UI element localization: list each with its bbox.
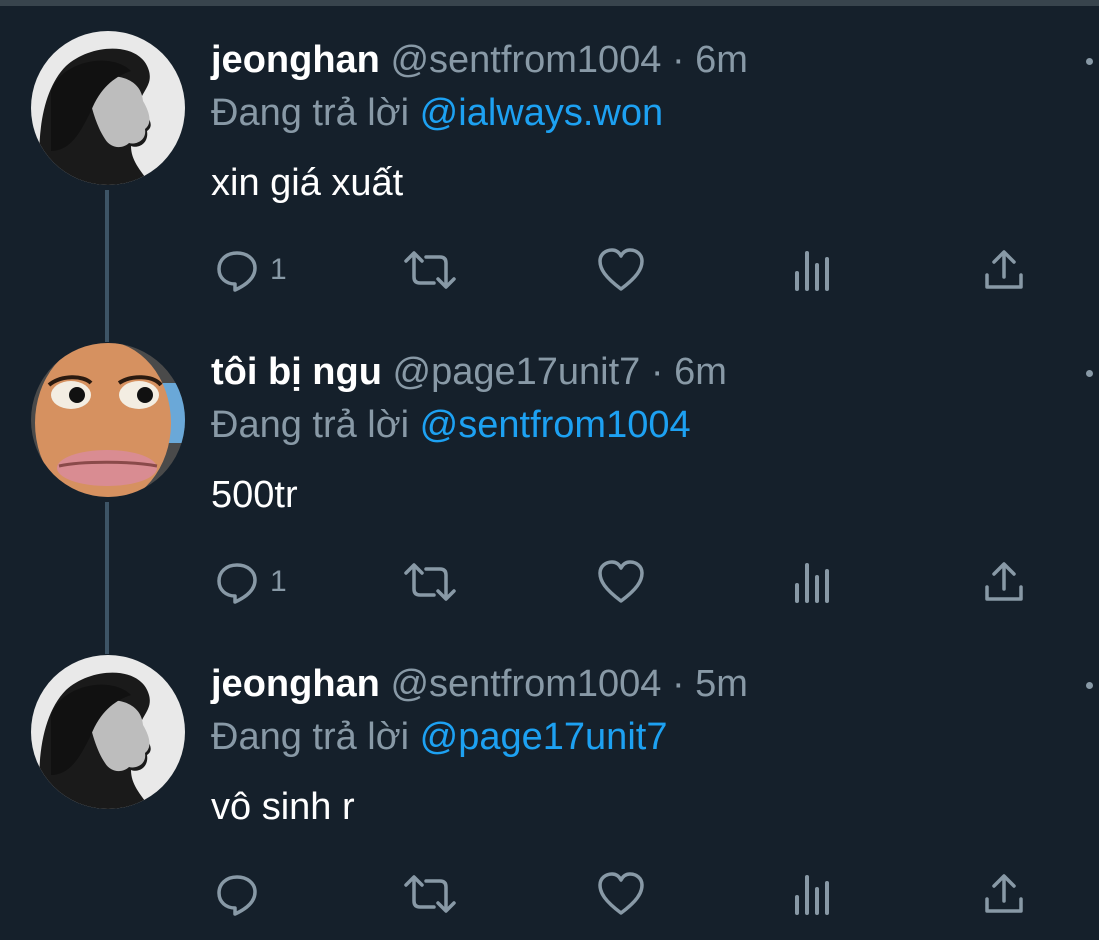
retweet-button[interactable]: [402, 242, 458, 298]
like-button[interactable]: [597, 866, 645, 922]
share-button[interactable]: [982, 554, 1026, 610]
retweet-icon: [404, 563, 456, 601]
like-icon: [598, 560, 644, 603]
more-options-icon[interactable]: [1086, 58, 1093, 65]
reply-button[interactable]: 1: [214, 554, 287, 610]
avatar[interactable]: [31, 655, 185, 809]
analytics-icon: [795, 875, 829, 915]
reply-mention-link[interactable]: @page17unit7: [420, 716, 668, 758]
timestamp[interactable]: 6m: [695, 39, 748, 81]
retweet-button[interactable]: [402, 554, 458, 610]
reply-icon: [217, 875, 257, 916]
replying-to: Đang trả lời @page17unit7: [211, 714, 667, 760]
analytics-button[interactable]: [792, 554, 834, 610]
tweet[interactable]: tôi bị ngu @page17unit7 · 6m Đang trả lờ…: [0, 312, 1099, 654]
share-button[interactable]: [982, 242, 1026, 298]
analytics-icon: [795, 563, 829, 603]
tweet-text: 500tr: [211, 474, 298, 516]
timestamp[interactable]: 5m: [695, 663, 748, 705]
analytics-icon: [795, 251, 829, 291]
separator: ·: [671, 39, 685, 81]
more-options-icon[interactable]: [1086, 682, 1093, 689]
share-icon: [985, 250, 1023, 289]
separator: ·: [650, 351, 664, 393]
reply-button[interactable]: 1: [214, 242, 287, 298]
like-icon: [598, 248, 644, 291]
reply-icon: [217, 563, 257, 604]
user-handle[interactable]: @sentfrom1004: [390, 663, 661, 705]
retweet-icon: [404, 875, 456, 913]
reply-icon: [217, 251, 257, 292]
display-name[interactable]: jeonghan: [211, 663, 380, 705]
retweet-icon: [404, 251, 456, 289]
tweet-header: tôi bị ngu @page17unit7 · 6m: [211, 350, 727, 394]
reply-button[interactable]: [214, 866, 270, 922]
like-button[interactable]: [597, 242, 645, 298]
more-options-icon[interactable]: [1086, 370, 1093, 377]
reply-mention-link[interactable]: @ialways.won: [420, 92, 663, 134]
display-name[interactable]: jeonghan: [211, 39, 380, 81]
replying-to-label: Đang trả lời: [211, 716, 410, 758]
tweet-header: jeonghan @sentfrom1004 · 5m: [211, 662, 748, 706]
replying-to-label: Đang trả lời: [211, 404, 410, 446]
like-button[interactable]: [597, 554, 645, 610]
tweet-text: xin giá xuất: [211, 162, 404, 204]
tweet[interactable]: jeonghan @sentfrom1004 · 6m Đang trả lời…: [0, 0, 1099, 342]
reply-count: 1: [270, 253, 287, 286]
retweet-button[interactable]: [402, 866, 458, 922]
reply-count: 1: [270, 565, 287, 598]
user-handle[interactable]: @sentfrom1004: [390, 39, 661, 81]
share-icon: [985, 874, 1023, 913]
replying-to: Đang trả lời @sentfrom1004: [211, 402, 691, 448]
tweet[interactable]: jeonghan @sentfrom1004 · 5m Đang trả lời…: [0, 624, 1099, 936]
reply-mention-link[interactable]: @sentfrom1004: [420, 404, 691, 446]
user-handle[interactable]: @page17unit7: [393, 351, 641, 393]
like-icon: [598, 872, 644, 915]
replying-to: Đang trả lời @ialways.won: [211, 90, 663, 136]
avatar[interactable]: [31, 343, 185, 497]
share-icon: [985, 562, 1023, 601]
replying-to-label: Đang trả lời: [211, 92, 410, 134]
tweet-text: vô sinh r: [211, 786, 355, 828]
tweet-header: jeonghan @sentfrom1004 · 6m: [211, 38, 748, 82]
avatar[interactable]: [31, 31, 185, 185]
timestamp[interactable]: 6m: [674, 351, 727, 393]
separator: ·: [671, 663, 685, 705]
analytics-button[interactable]: [792, 242, 834, 298]
analytics-button[interactable]: [792, 866, 834, 922]
display-name[interactable]: tôi bị ngu: [211, 351, 382, 393]
share-button[interactable]: [982, 866, 1026, 922]
